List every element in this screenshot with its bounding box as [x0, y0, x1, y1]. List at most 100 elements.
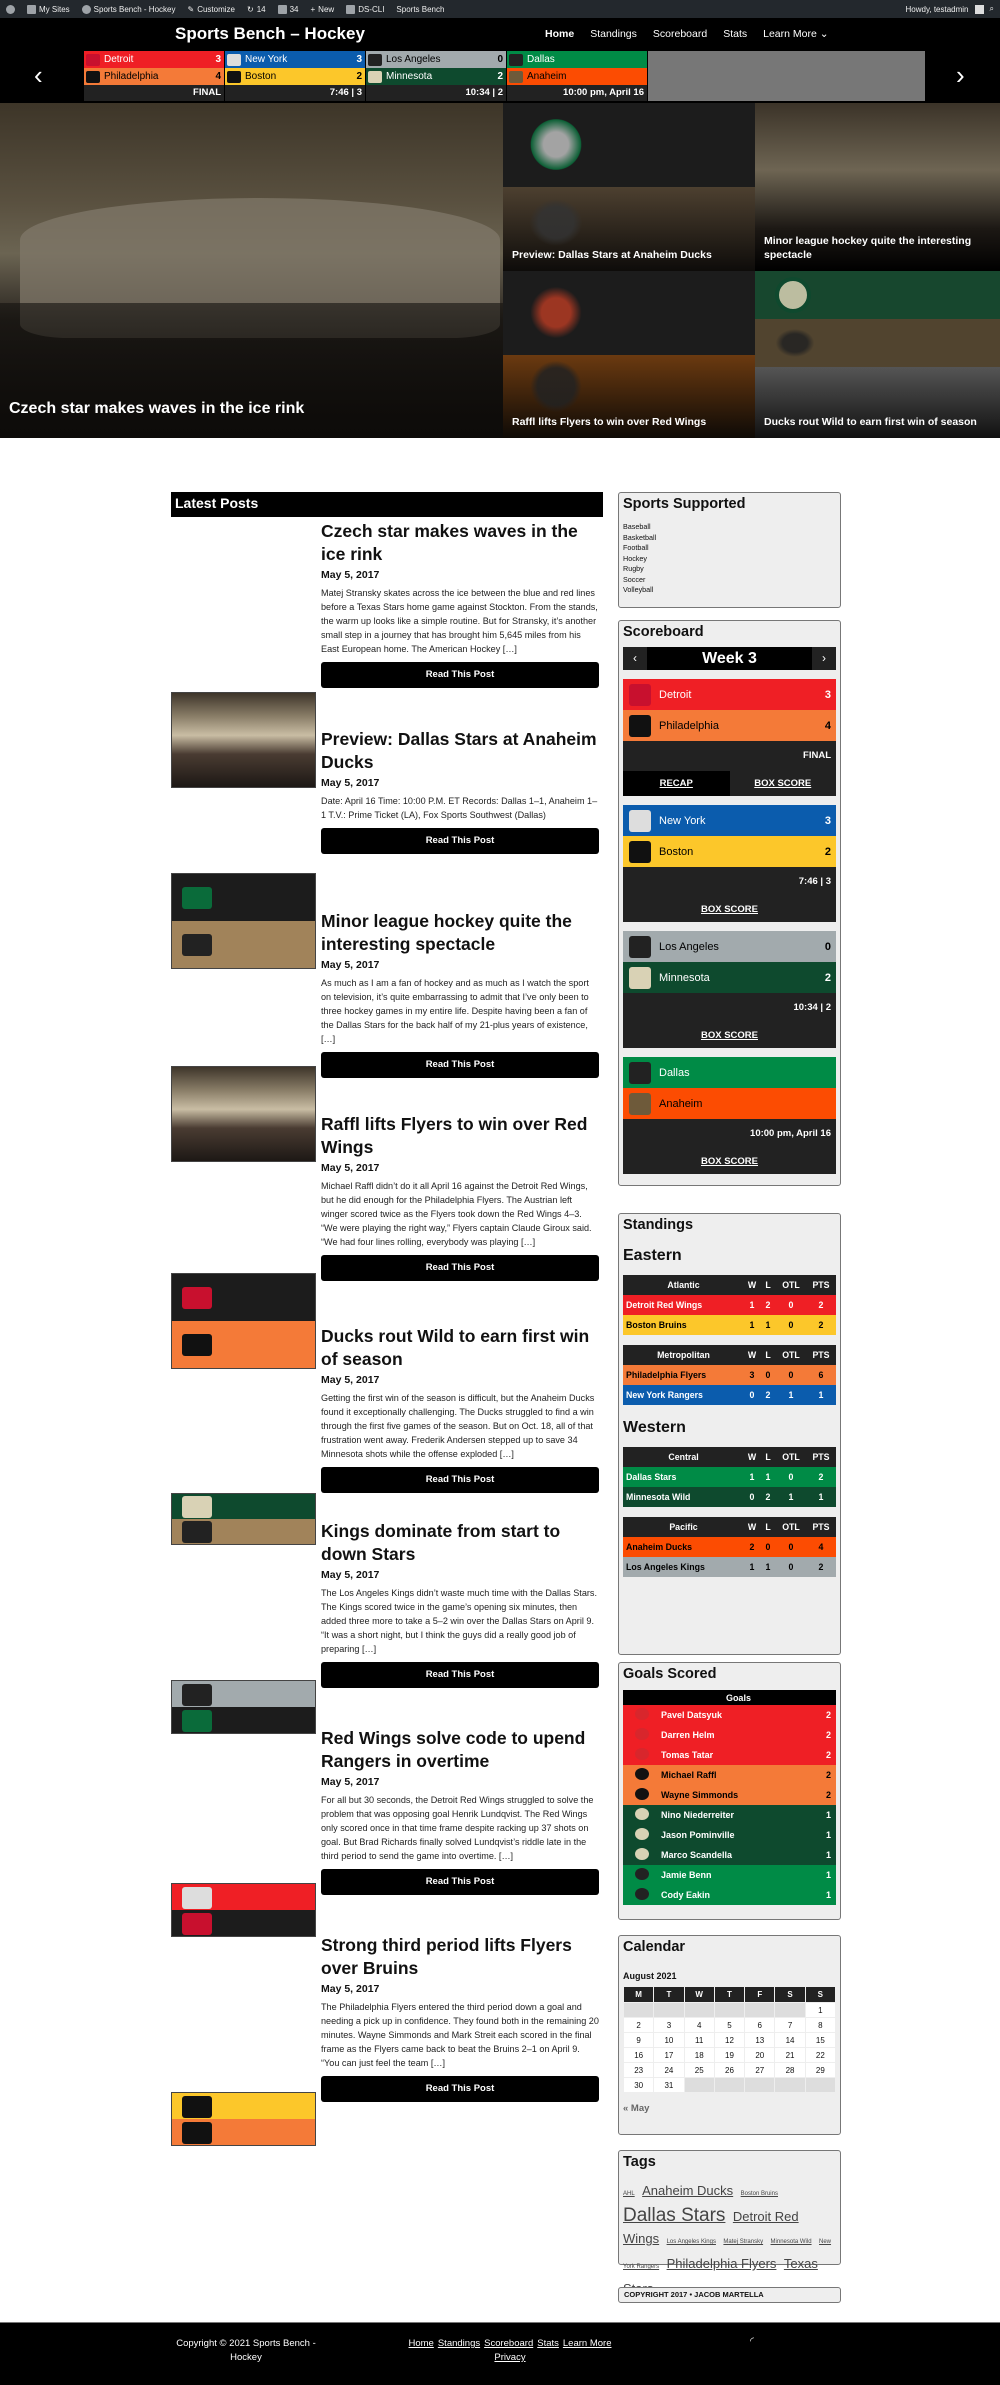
- post-title[interactable]: Czech star makes waves in the ice rink: [321, 520, 599, 566]
- read-post-button[interactable]: Read This Post: [321, 1869, 599, 1895]
- admin-site-name[interactable]: Sports Bench - Hockey: [81, 4, 175, 14]
- hero-tile[interactable]: Ducks rout Wild to earn first win of sea…: [755, 271, 1000, 438]
- nav-scoreboard[interactable]: Scoreboard: [653, 28, 707, 40]
- tag-link[interactable]: Philadelphia Flyers: [667, 2256, 777, 2271]
- hero-tile[interactable]: Raffl lifts Flyers to win over Red Wings: [503, 271, 755, 438]
- hero-tile-title[interactable]: Minor league hockey quite the interestin…: [764, 234, 994, 262]
- standings-row[interactable]: Detroit Red Wings 1 2 0 2: [623, 1295, 836, 1315]
- footer-nav-standings[interactable]: Standings: [438, 2338, 480, 2349]
- post-title[interactable]: Preview: Dallas Stars at Anaheim Ducks: [321, 728, 599, 774]
- ticker-next-arrow-icon[interactable]: ›: [956, 60, 965, 90]
- box-score-link[interactable]: BOX SCORE: [623, 1023, 836, 1048]
- admin-comments[interactable]: 34: [277, 4, 299, 14]
- sport-item[interactable]: Hockey: [623, 554, 836, 565]
- standings-row[interactable]: Dallas Stars 1 1 0 2: [623, 1467, 836, 1487]
- calendar-day: 23: [624, 2063, 654, 2077]
- admin-ds-cli[interactable]: DS-CLI: [346, 4, 384, 14]
- sport-item[interactable]: Soccer: [623, 575, 836, 586]
- ticker-game[interactable]: Los Angeles 0 Minnesota 2 10:34 | 2: [366, 51, 507, 101]
- sport-item[interactable]: Basketball: [623, 533, 836, 544]
- calendar-prev-month[interactable]: « May: [623, 2103, 836, 2114]
- sport-item[interactable]: Rugby: [623, 564, 836, 575]
- hero-tile[interactable]: Preview: Dallas Stars at Anaheim Ducks: [503, 103, 755, 271]
- admin-sports-bench[interactable]: Sports Bench: [396, 5, 444, 14]
- recap-link[interactable]: RECAP: [623, 771, 730, 796]
- ticker-game[interactable]: New York 3 Boston 2 7:46 | 3: [225, 51, 366, 101]
- tag-link[interactable]: Anaheim Ducks: [642, 2183, 733, 2198]
- sport-item[interactable]: Volleyball: [623, 585, 836, 596]
- sport-item[interactable]: Football: [623, 543, 836, 554]
- standings-row[interactable]: Philadelphia Flyers 3 0 0 6: [623, 1365, 836, 1385]
- footer-nav-stats[interactable]: Stats: [537, 2338, 559, 2349]
- post-title[interactable]: Ducks rout Wild to earn first win of sea…: [321, 1325, 599, 1371]
- post-body: Ducks rout Wild to earn first win of sea…: [321, 1325, 599, 1493]
- post-thumbnail[interactable]: [171, 1066, 316, 1162]
- admin-new[interactable]: + New: [311, 5, 335, 14]
- post-title[interactable]: Red Wings solve code to upend Rangers in…: [321, 1727, 599, 1773]
- post-thumbnail[interactable]: [171, 2092, 316, 2146]
- tag-link[interactable]: Los Angeles Kings: [667, 2239, 716, 2245]
- admin-customize[interactable]: ✎ Customize: [187, 5, 235, 14]
- ticker-game[interactable]: Dallas Anaheim 10:00 pm, April 16: [507, 51, 648, 101]
- wordpress-logo-icon[interactable]: [6, 4, 15, 14]
- post-title[interactable]: Minor league hockey quite the interestin…: [321, 910, 599, 956]
- admin-greeting[interactable]: Howdy, testadmin: [906, 5, 969, 14]
- standings-row[interactable]: Minnesota Wild 0 2 1 1: [623, 1487, 836, 1507]
- post-thumbnail[interactable]: [171, 1680, 316, 1734]
- post-title[interactable]: Kings dominate from start to down Stars: [321, 1520, 599, 1566]
- site-title[interactable]: Sports Bench – Hockey: [175, 24, 365, 44]
- footer-nav-scoreboard[interactable]: Scoreboard: [484, 2338, 533, 2349]
- nav-standings[interactable]: Standings: [590, 28, 637, 40]
- prev-week-icon[interactable]: ‹: [623, 647, 647, 670]
- hero-tile-title[interactable]: Preview: Dallas Stars at Anaheim Ducks: [512, 248, 749, 262]
- tag-link[interactable]: Matej Stransky: [723, 2239, 763, 2245]
- hero-tile-title[interactable]: Ducks rout Wild to earn first win of sea…: [764, 415, 994, 429]
- tag-link[interactable]: Boston Bruins: [741, 2191, 778, 2197]
- latest-posts-heading: Latest Posts: [171, 492, 603, 517]
- admin-updates[interactable]: ↻ 14: [247, 5, 266, 14]
- read-post-button[interactable]: Read This Post: [321, 662, 599, 688]
- read-post-button[interactable]: Read This Post: [321, 1255, 599, 1281]
- box-score-link[interactable]: BOX SCORE: [730, 771, 837, 796]
- hero-main-post[interactable]: Czech star makes waves in the ice rink: [0, 103, 503, 438]
- search-icon[interactable]: ⌕: [990, 4, 994, 14]
- rss-icon[interactable]: ◜: [750, 2336, 754, 2347]
- read-post-button[interactable]: Read This Post: [321, 2076, 599, 2102]
- ticker-prev-arrow-icon[interactable]: ‹: [34, 60, 43, 90]
- standings-row[interactable]: Boston Bruins 1 1 0 2: [623, 1315, 836, 1335]
- tag-link[interactable]: AHL: [623, 2191, 635, 2197]
- standings-row[interactable]: New York Rangers 0 2 1 1: [623, 1385, 836, 1405]
- post-title[interactable]: Strong third period lifts Flyers over Br…: [321, 1934, 599, 1980]
- standings-row[interactable]: Anaheim Ducks 2 0 0 4: [623, 1537, 836, 1557]
- avatar[interactable]: [974, 4, 984, 14]
- read-post-button[interactable]: Read This Post: [321, 828, 599, 854]
- footer-nav-home[interactable]: Home: [409, 2338, 434, 2349]
- read-post-button[interactable]: Read This Post: [321, 1052, 599, 1078]
- footer-nav-learn-more[interactable]: Learn More: [563, 2338, 612, 2349]
- footer-nav-privacy[interactable]: Privacy: [494, 2352, 525, 2363]
- hero-tile[interactable]: Minor league hockey quite the interestin…: [755, 103, 1000, 271]
- nav-home[interactable]: Home: [545, 28, 574, 40]
- post-thumbnail[interactable]: [171, 692, 316, 788]
- read-post-button[interactable]: Read This Post: [321, 1467, 599, 1493]
- box-score-link[interactable]: BOX SCORE: [623, 1149, 836, 1174]
- next-week-icon[interactable]: ›: [812, 647, 836, 670]
- nav-stats[interactable]: Stats: [723, 28, 747, 40]
- post-title[interactable]: Raffl lifts Flyers to win over Red Wings: [321, 1113, 599, 1159]
- post-thumbnail[interactable]: [171, 873, 316, 969]
- post-thumbnail[interactable]: [171, 1493, 316, 1545]
- read-post-button[interactable]: Read This Post: [321, 1662, 599, 1688]
- tag-link[interactable]: Dallas Stars: [623, 2205, 725, 2226]
- post-thumbnail[interactable]: [171, 1273, 316, 1369]
- hero-main-title[interactable]: Czech star makes waves in the ice rink: [9, 400, 304, 418]
- post-thumbnail[interactable]: [171, 1883, 316, 1937]
- tag-link[interactable]: Minnesota Wild: [771, 2239, 812, 2245]
- sport-item[interactable]: Baseball: [623, 522, 836, 533]
- hero-tile-title[interactable]: Raffl lifts Flyers to win over Red Wings: [512, 415, 749, 429]
- box-score-link[interactable]: BOX SCORE: [623, 897, 836, 922]
- team-name: Dallas: [527, 54, 555, 65]
- standings-row[interactable]: Los Angeles Kings 1 1 0 2: [623, 1557, 836, 1577]
- ticker-game[interactable]: Detroit 3 Philadelphia 4 FINAL: [84, 51, 225, 101]
- admin-my-sites[interactable]: My Sites: [27, 4, 70, 14]
- nav-learn-more[interactable]: Learn More ⌄: [763, 28, 828, 40]
